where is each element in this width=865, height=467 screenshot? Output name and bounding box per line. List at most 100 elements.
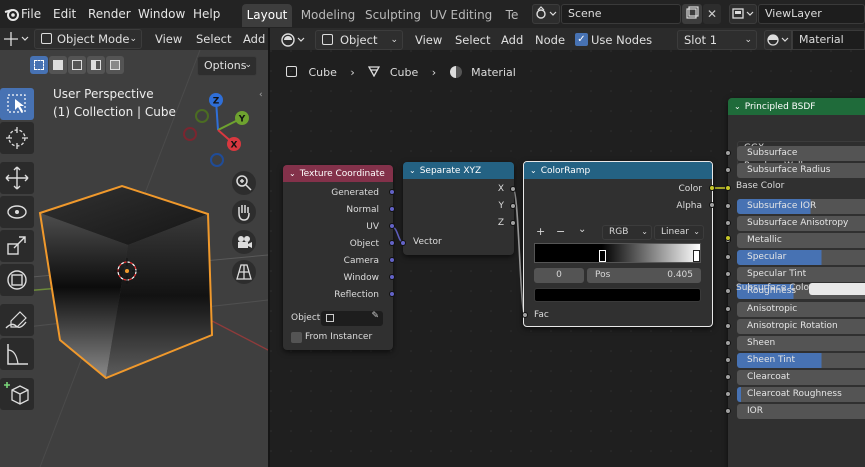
socket-ior[interactable] bbox=[725, 408, 731, 414]
input-specular[interactable]: Specular bbox=[737, 250, 865, 265]
ramp-menu-icon[interactable]: ⌄ bbox=[578, 224, 586, 235]
socket-sheen[interactable] bbox=[725, 340, 731, 346]
3d-viewport[interactable]: User Perspective (1) Collection | Cube O… bbox=[0, 50, 268, 467]
new-scene-icon[interactable] bbox=[682, 4, 702, 24]
input-subsurface-radius[interactable]: Subsurface Radius bbox=[737, 163, 865, 178]
node-menu-node[interactable]: Node bbox=[535, 30, 565, 50]
delete-scene-icon[interactable]: ✕ bbox=[703, 4, 721, 24]
interpolation-dropdown[interactable]: Linear ⌄ bbox=[654, 225, 704, 240]
socket-specular[interactable] bbox=[725, 254, 731, 260]
principled-bsdf-header[interactable]: ⌄ Principled BSDF bbox=[728, 98, 865, 115]
principled-bsdf-node[interactable]: ⌄Principled BSDF GGX Random Walk Base Co… bbox=[728, 98, 865, 467]
node-menu-add[interactable]: Add bbox=[501, 30, 523, 50]
grid-perspective-icon[interactable] bbox=[232, 260, 256, 284]
input-subsurface-anisotropy[interactable]: Subsurface Anisotropy bbox=[737, 216, 865, 231]
select-invert-icon[interactable] bbox=[87, 56, 105, 74]
colorramp-node[interactable]: ⌄ ColorRamp Color Alpha + − ⌄ RGB ⌄ Linear… bbox=[523, 161, 713, 327]
options-dropdown[interactable]: Options ⌄ bbox=[197, 56, 257, 76]
move-tool[interactable] bbox=[0, 162, 34, 194]
socket-subsurface-radius[interactable] bbox=[725, 167, 731, 173]
transform-gizmo-icon[interactable] bbox=[2, 29, 30, 49]
pan-hand-icon[interactable] bbox=[232, 200, 256, 224]
tab-uv-editing[interactable]: UV Editing bbox=[428, 4, 494, 27]
eyedropper-icon[interactable]: ✎ bbox=[371, 311, 379, 321]
socket-window[interactable] bbox=[389, 274, 395, 280]
socket-base-color-in[interactable] bbox=[725, 185, 731, 191]
socket-y[interactable] bbox=[510, 203, 516, 209]
node-editor[interactable]: Cube › Cube › Material ⌄ Texture Coordina… bbox=[270, 50, 865, 467]
measure-tool[interactable] bbox=[0, 338, 34, 370]
input-ior[interactable]: IOR bbox=[737, 404, 865, 419]
view-layer-icon[interactable] bbox=[729, 4, 757, 24]
separate-xyz-node[interactable]: ⌄ Separate XYZ X Y Z Vector bbox=[403, 162, 514, 255]
socket-subsurface-color[interactable] bbox=[725, 235, 731, 241]
add-stop-button[interactable]: + bbox=[536, 225, 545, 238]
camera-view-icon[interactable] bbox=[232, 230, 256, 254]
input-anisotropic-rotation[interactable]: Anisotropic Rotation bbox=[737, 319, 865, 334]
input-clearcoat[interactable]: Clearcoat bbox=[737, 370, 865, 385]
menu-edit[interactable]: Edit bbox=[53, 0, 76, 28]
socket-uv[interactable] bbox=[389, 223, 395, 229]
ramp-stop-black[interactable] bbox=[599, 250, 606, 262]
tab-modeling[interactable]: Modeling bbox=[296, 4, 360, 27]
subsurface-color-swatch[interactable] bbox=[809, 283, 865, 295]
viewport-menu-view[interactable]: View bbox=[155, 29, 182, 49]
stop-index-field[interactable]: 0 bbox=[534, 268, 584, 283]
socket-camera[interactable] bbox=[389, 257, 395, 263]
view-layer-field[interactable]: ViewLayer bbox=[758, 4, 865, 24]
socket-vector-in[interactable] bbox=[400, 240, 406, 246]
shader-type-dropdown[interactable]: Object ⌄ bbox=[315, 30, 403, 50]
scene-browse-icon[interactable] bbox=[532, 4, 560, 24]
select-extend-icon[interactable] bbox=[49, 56, 67, 74]
material-browse-icon[interactable] bbox=[764, 30, 792, 50]
input-subsurface-ior[interactable]: Subsurface IOR bbox=[737, 199, 865, 214]
socket-normal[interactable] bbox=[389, 206, 395, 212]
input-sheen[interactable]: Sheen bbox=[737, 336, 865, 351]
texture-coordinate-header[interactable]: ⌄ Texture Coordinate bbox=[283, 165, 393, 182]
select-subtract-icon[interactable] bbox=[68, 56, 86, 74]
separate-xyz-header[interactable]: ⌄ Separate XYZ bbox=[403, 162, 514, 179]
socket-fac-in[interactable] bbox=[522, 312, 528, 318]
menu-window[interactable]: Window bbox=[138, 0, 185, 28]
input-sheen-tint[interactable]: Sheen Tint bbox=[737, 353, 865, 368]
viewport-menu-select[interactable]: Select bbox=[196, 29, 231, 49]
object-mode-dropdown[interactable]: Object Mode ⌄ bbox=[34, 29, 142, 49]
socket-anisotropic-rotation[interactable] bbox=[725, 323, 731, 329]
color-ramp-bar[interactable] bbox=[534, 243, 701, 263]
zoom-icon[interactable] bbox=[232, 171, 256, 195]
select-intersect-icon[interactable] bbox=[106, 56, 124, 74]
navigation-gizmo[interactable]: Z Y X bbox=[180, 88, 256, 168]
select-box-tool[interactable] bbox=[0, 88, 34, 120]
breadcrumb-object[interactable]: Cube bbox=[309, 66, 337, 79]
input-metallic[interactable]: Metallic bbox=[737, 233, 865, 248]
stop-position-field[interactable]: Pos 0.405 bbox=[587, 268, 701, 283]
socket-clearcoat[interactable] bbox=[725, 374, 731, 380]
socket-x[interactable] bbox=[510, 186, 516, 192]
socket-alpha-out[interactable] bbox=[709, 202, 715, 208]
breadcrumb-material[interactable]: Material bbox=[471, 66, 516, 79]
scene-name-field[interactable]: Scene bbox=[561, 4, 681, 24]
stop-color-swatch[interactable] bbox=[534, 288, 701, 302]
socket-subsurface-anisotropy[interactable] bbox=[725, 220, 731, 226]
input-anisotropic[interactable]: Anisotropic bbox=[737, 302, 865, 317]
rotate-tool[interactable] bbox=[0, 196, 34, 228]
add-cube-tool[interactable] bbox=[0, 378, 34, 410]
socket-generated[interactable] bbox=[389, 189, 395, 195]
menu-file[interactable]: File bbox=[21, 0, 41, 28]
tab-texture-paint[interactable]: Te bbox=[500, 4, 524, 27]
socket-anisotropic[interactable] bbox=[725, 306, 731, 312]
annotate-tool[interactable] bbox=[0, 304, 34, 336]
node-menu-view[interactable]: View bbox=[415, 30, 442, 50]
tab-sculpting[interactable]: Sculpting bbox=[362, 4, 424, 27]
texture-coordinate-node[interactable]: ⌄ Texture Coordinate Generated Normal UV … bbox=[283, 165, 393, 350]
socket-subsurface-ior[interactable] bbox=[725, 203, 731, 209]
editor-type-icon[interactable] bbox=[278, 30, 308, 50]
color-mode-dropdown[interactable]: RGB ⌄ bbox=[602, 225, 652, 240]
blender-logo-icon[interactable] bbox=[4, 6, 20, 22]
node-menu-select[interactable]: Select bbox=[455, 30, 490, 50]
slot-dropdown[interactable]: Slot 1 ⌄ bbox=[677, 30, 757, 50]
socket-specular-tint[interactable] bbox=[725, 271, 731, 277]
socket-sheen-tint[interactable] bbox=[725, 357, 731, 363]
socket-z[interactable] bbox=[510, 220, 516, 226]
object-picker-field[interactable]: ✎ bbox=[321, 311, 383, 326]
